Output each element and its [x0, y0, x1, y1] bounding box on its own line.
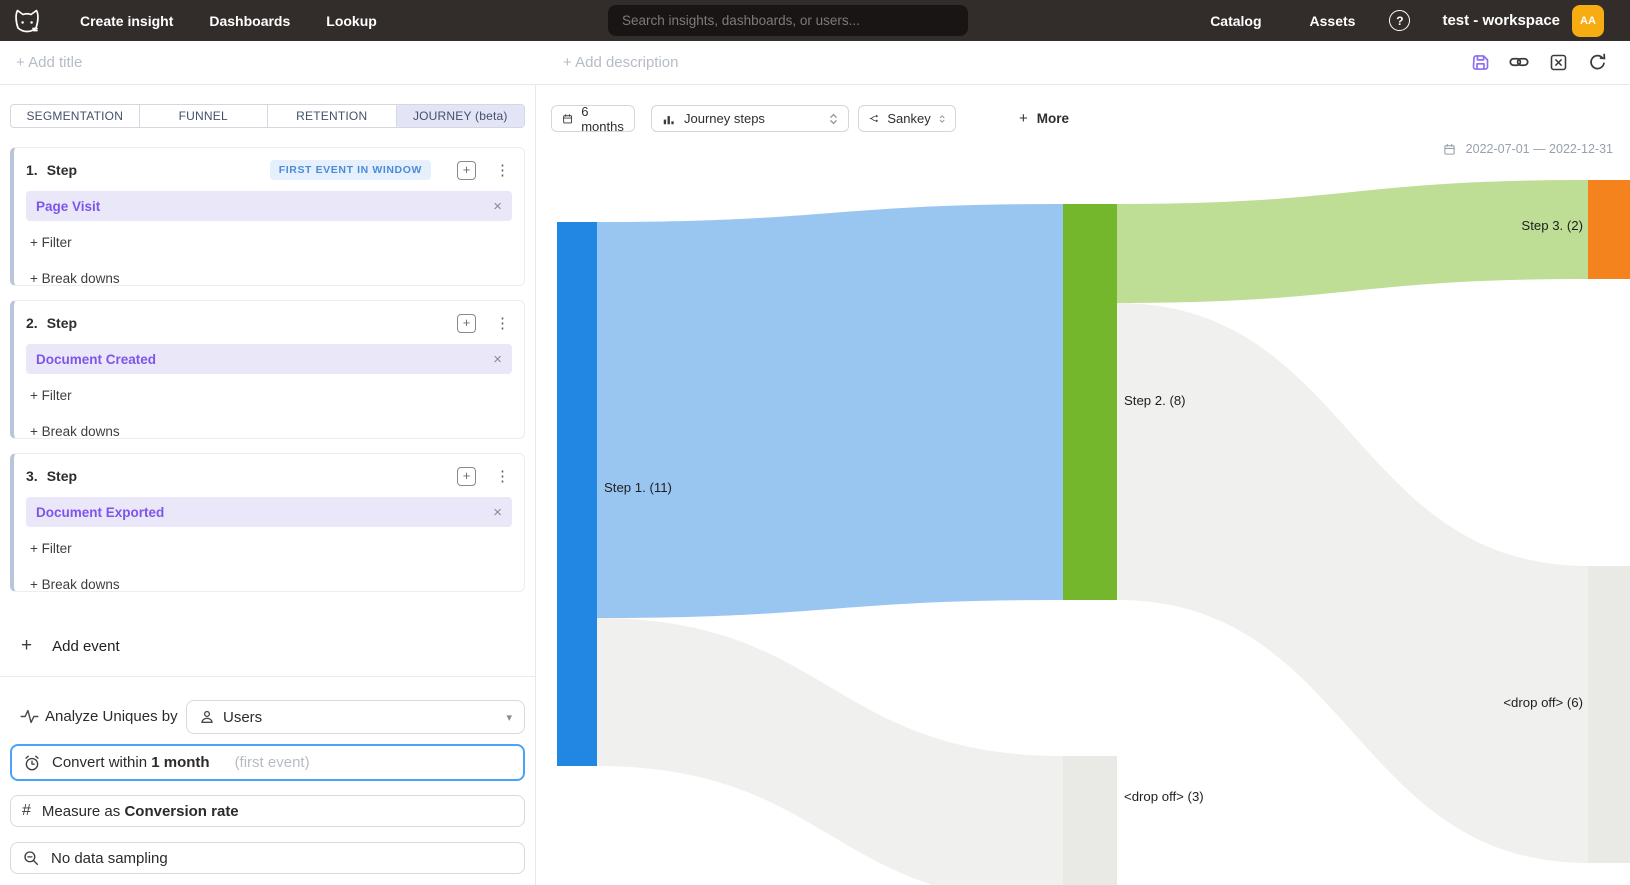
step-menu-icon[interactable]: ⋮ — [495, 467, 510, 485]
add-event-to-step-icon[interactable]: + — [457, 161, 476, 180]
tab-funnel[interactable]: FUNNEL — [140, 105, 269, 127]
remove-event-icon[interactable]: × — [493, 351, 502, 368]
user-icon — [199, 709, 215, 725]
measure-as-setting[interactable]: # Measure as Conversion rate — [10, 795, 525, 827]
step-card-2: 2. Step + ⋮ Document Created × + Filter … — [10, 300, 525, 439]
insight-type-tabs: SEGMENTATION FUNNEL RETENTION JOURNEY (b… — [10, 104, 525, 128]
event-name: Document Exported — [36, 505, 164, 520]
add-breakdown-button[interactable]: + Break downs — [30, 424, 120, 439]
analyze-by-value: Users — [223, 709, 262, 726]
nav-catalog[interactable]: Catalog — [1210, 13, 1261, 29]
plus-icon: + — [21, 635, 32, 657]
help-icon[interactable]: ? — [1389, 10, 1410, 31]
measure-as-label: Measure as Conversion rate — [42, 803, 239, 820]
step-title: Step — [47, 162, 77, 178]
add-filter-button[interactable]: + Filter — [30, 541, 72, 556]
tab-segmentation[interactable]: SEGMENTATION — [11, 105, 140, 127]
sankey-node-dropoff-right[interactable] — [1588, 566, 1630, 863]
sankey-label-step2: Step 2. (8) — [1124, 393, 1186, 408]
conversion-window-setting[interactable]: Convert within 1 month (first event) — [10, 744, 525, 781]
sankey-node-dropoff-bottom[interactable] — [1063, 756, 1117, 885]
analyze-row: Analyze Uniques by Users ▾ — [0, 697, 535, 737]
event-chip[interactable]: Document Created × — [26, 344, 512, 374]
zoom-out-icon — [22, 849, 40, 867]
analyze-by-select[interactable]: Users ▾ — [186, 700, 525, 734]
add-event-to-step-icon[interactable]: + — [457, 467, 476, 486]
sankey-link-step1-dropoff[interactable] — [597, 618, 1063, 885]
save-icon[interactable] — [1469, 51, 1491, 73]
add-filter-button[interactable]: + Filter — [30, 388, 72, 403]
cat-logo[interactable] — [10, 7, 44, 35]
analyze-label: Analyze Uniques by — [45, 708, 178, 725]
search-input[interactable] — [608, 5, 968, 36]
step-menu-icon[interactable]: ⋮ — [495, 314, 510, 332]
sankey-link-step2-step3[interactable] — [1117, 180, 1588, 303]
step-number: 3. — [26, 468, 38, 484]
refresh-icon[interactable] — [1586, 51, 1608, 73]
sankey-label-step1: Step 1. (11) — [604, 480, 672, 495]
chevron-down-icon: ▾ — [506, 711, 512, 724]
avatar[interactable]: AA — [1572, 5, 1604, 37]
nav-lookup[interactable]: Lookup — [326, 13, 377, 29]
activity-icon — [20, 708, 39, 725]
hash-icon: # — [22, 802, 31, 820]
first-event-badge: FIRST EVENT IN WINDOW — [270, 160, 431, 180]
panel-divider — [0, 676, 535, 677]
convert-window-value: 1 month — [151, 754, 209, 771]
add-filter-button[interactable]: + Filter — [30, 235, 72, 250]
sankey-node-step2[interactable] — [1063, 204, 1117, 600]
remove-event-icon[interactable]: × — [493, 198, 502, 215]
data-sampling-setting[interactable]: No data sampling — [10, 842, 525, 874]
top-nav: Create insight Dashboards Lookup Catalog… — [0, 0, 1630, 41]
event-name: Page Visit — [36, 199, 100, 214]
add-event-to-step-icon[interactable]: + — [457, 314, 476, 333]
event-chip[interactable]: Page Visit × — [26, 191, 512, 221]
remove-event-icon[interactable]: × — [493, 504, 502, 521]
add-breakdown-button[interactable]: + Break downs — [30, 271, 120, 286]
nav-dashboards[interactable]: Dashboards — [209, 13, 290, 29]
step-card-3: 3. Step + ⋮ Document Exported × + Filter… — [10, 453, 525, 592]
tab-retention[interactable]: RETENTION — [268, 105, 397, 127]
step-card-1: 1. Step FIRST EVENT IN WINDOW + ⋮ Page V… — [10, 147, 525, 286]
link-icon[interactable] — [1508, 51, 1530, 73]
sankey-label-step3: Step 3. (2) — [1521, 218, 1583, 233]
nav-create-insight[interactable]: Create insight — [80, 13, 173, 29]
sankey-label-dropoff-bottom: <drop off> (3) — [1124, 789, 1204, 804]
sankey-node-step3[interactable] — [1588, 180, 1630, 279]
sampling-label: No data sampling — [51, 850, 168, 867]
step-number: 1. — [26, 162, 38, 178]
measure-value: Conversion rate — [124, 803, 238, 820]
add-title-field[interactable]: + Add title — [16, 54, 82, 71]
step-title: Step — [47, 468, 77, 484]
nav-right-group: Catalog Assets ? test - workspace AA — [1210, 0, 1630, 41]
chart-area: 6 months Journey steps Sankey + More — [537, 85, 1630, 885]
event-name: Document Created — [36, 352, 156, 367]
add-breakdown-button[interactable]: + Break downs — [30, 577, 120, 592]
step-menu-icon[interactable]: ⋮ — [495, 161, 510, 179]
alarm-clock-icon — [23, 754, 41, 772]
close-box-icon[interactable] — [1547, 51, 1569, 73]
step-title: Step — [47, 315, 77, 331]
sankey-node-step1[interactable] — [557, 222, 597, 766]
workspace-name[interactable]: test - workspace — [1442, 12, 1560, 29]
add-description-field[interactable]: + Add description — [563, 54, 679, 71]
step-number: 2. — [26, 315, 38, 331]
tab-journey[interactable]: JOURNEY (beta) — [397, 105, 525, 127]
nav-assets[interactable]: Assets — [1310, 13, 1356, 29]
event-chip[interactable]: Document Exported × — [26, 497, 512, 527]
sankey-link-step2-dropoff[interactable] — [1117, 303, 1588, 863]
add-event-button[interactable]: + Add event — [21, 635, 120, 657]
convert-within-label: Convert within 1 month — [52, 754, 210, 771]
sankey-diagram: Step 1. (11) Step 2. (8) Step 3. (2) <dr… — [537, 85, 1630, 885]
sankey-label-dropoff-right: <drop off> (6) — [1503, 695, 1583, 710]
convert-mode-hint: (first event) — [235, 754, 310, 771]
sankey-link-step1-step2[interactable] — [597, 204, 1063, 618]
query-builder-panel: SEGMENTATION FUNNEL RETENTION JOURNEY (b… — [0, 85, 536, 885]
insight-toolbar: + Add title + Add description — [0, 41, 1630, 85]
